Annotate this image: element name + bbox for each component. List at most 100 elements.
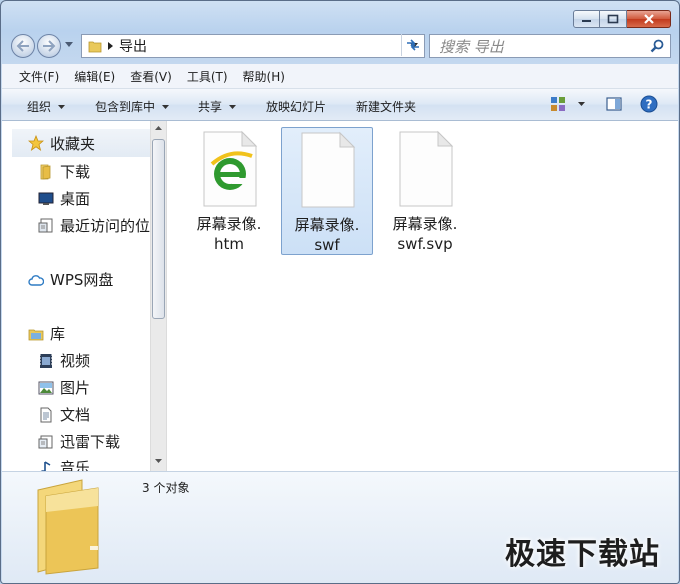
content-area: 收藏夹 下载 桌面 最近访问的位置 [2,121,678,471]
menu-help[interactable]: 帮助(H) [226,68,293,85]
file-name-line2: htm [214,235,244,253]
music-icon [38,460,54,471]
nav-favorites-label: 收藏夹 [50,134,96,153]
arrow-right-icon [43,40,56,52]
thunder-downloads-icon [38,434,54,450]
libraries-icon [28,326,44,342]
large-folder-icon [37,479,99,575]
view-grid-icon [551,97,565,111]
scroll-down-icon[interactable] [155,459,162,463]
close-icon [643,14,654,24]
close-button[interactable] [627,10,671,28]
include-in-library-button[interactable]: 包含到库中 [95,98,170,115]
nav-libraries[interactable]: 库 [28,323,65,344]
help-icon: ? [640,95,658,113]
nav-documents[interactable]: 文档 [38,404,90,425]
star-icon [28,135,44,151]
maximize-icon [607,14,619,24]
chevron-down-icon [58,104,66,109]
cloud-icon [28,272,44,288]
chevron-down-icon [162,104,170,109]
breadcrumb-current[interactable]: 导出 [119,36,147,56]
nav-wps-cloud[interactable]: WPS网盘 [28,269,113,290]
navigation-pane: 收藏夹 下载 桌面 最近访问的位置 [2,121,150,471]
preview-pane-icon [606,97,622,111]
file-item-htm[interactable]: 屏幕录像. htm [183,127,275,255]
nav-thunder-downloads[interactable]: 迅雷下载 [38,431,120,452]
svg-text:?: ? [646,98,653,112]
slideshow-button[interactable]: 放映幻灯片 [266,98,326,115]
chevron-down-icon [229,104,237,109]
scroll-up-icon[interactable] [155,126,162,130]
nav-music[interactable]: 音乐 [38,457,90,471]
minimize-icon [582,20,591,22]
maximize-button[interactable] [600,10,627,28]
share-label: 共享 [198,100,223,114]
file-item-svp[interactable]: 屏幕录像. swf.svp [379,127,471,255]
nav-libraries-label: 库 [50,325,66,343]
file-name-line2: swf [314,236,340,254]
document-icon [38,407,54,423]
search-input[interactable]: 搜索 导出 [429,34,671,58]
nav-scrollbar[interactable] [150,121,167,471]
new-folder-button[interactable]: 新建文件夹 [356,98,416,115]
nav-videos[interactable]: 视频 [38,350,90,371]
forward-button[interactable] [37,34,61,58]
recent-pages-dropdown-icon[interactable] [65,42,73,47]
ie-html-file-icon [194,130,264,208]
file-name-line1: 屏幕录像. [392,215,458,233]
chevron-right-icon[interactable] [108,42,113,50]
nav-downloads[interactable]: 下载 [38,161,90,182]
nav-videos-label: 视频 [60,352,91,370]
details-pane: 3 个对象 极速下载站 [2,471,678,583]
nav-desktop-label: 桌面 [60,190,91,208]
search-icon[interactable] [650,39,664,53]
file-name-line2: swf.svp [397,235,453,253]
blank-file-icon [390,130,460,208]
organize-button[interactable]: 组织 [27,98,66,115]
file-name: 屏幕录像. swf.svp [393,214,458,254]
file-name-line1: 屏幕录像. [196,215,262,233]
recent-places-icon [38,218,54,234]
refresh-button[interactable] [401,34,424,56]
scroll-thumb[interactable] [152,139,165,319]
explorer-window: 导出 搜索 导出 文件(F) 编辑(E) 查看(V) 工具(T) 帮助(H) 组… [0,0,680,584]
nav-recent-places-label: 最近访问的位置 [60,217,150,235]
nav-favorites[interactable]: 收藏夹 [12,129,150,157]
preview-pane-button[interactable] [606,96,622,115]
menu-bar: 文件(F) 编辑(E) 查看(V) 工具(T) 帮助(H) [2,64,678,89]
picture-icon [38,380,54,396]
minimize-button[interactable] [573,10,600,28]
nav-documents-label: 文档 [60,406,91,424]
downloads-folder-icon [38,164,54,180]
item-count: 3 个对象 [142,481,190,495]
desktop-icon [38,191,54,207]
nav-pictures[interactable]: 图片 [38,377,90,398]
file-name-line1: 屏幕录像. [294,216,360,234]
nav-desktop[interactable]: 桌面 [38,188,90,209]
refresh-icon [407,39,419,51]
file-item-swf[interactable]: 屏幕录像. swf [281,127,373,255]
folder-icon [88,41,102,53]
include-in-library-label: 包含到库中 [95,100,156,114]
view-options-button[interactable] [550,96,585,112]
nav-recent-places[interactable]: 最近访问的位置 [38,215,150,236]
address-bar[interactable]: 导出 [81,34,425,58]
arrow-left-icon [16,40,29,52]
chevron-down-icon [578,102,585,106]
search-placeholder: 搜索 导出 [439,37,504,56]
help-button[interactable]: ? [640,95,658,116]
share-button[interactable]: 共享 [198,98,237,115]
nav-downloads-label: 下载 [60,163,91,181]
nav-wps-cloud-label: WPS网盘 [50,271,114,289]
blank-file-icon [292,131,362,209]
file-list: 屏幕录像. htm 屏幕录像. swf 屏幕录像. swf.svp [168,121,678,471]
caption-buttons [573,10,671,28]
nav-pictures-label: 图片 [60,379,91,397]
organize-label: 组织 [27,100,52,114]
video-icon [38,353,54,369]
address-row: 导出 搜索 导出 [9,33,671,61]
back-button[interactable] [11,34,35,58]
new-folder-label: 新建文件夹 [356,100,417,114]
nav-music-label: 音乐 [60,459,91,471]
